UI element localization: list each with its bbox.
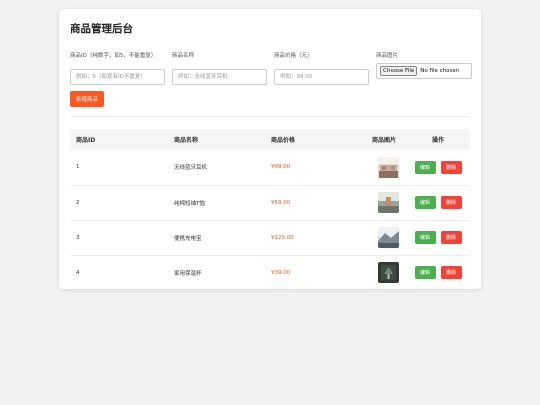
header-id: 商品ID: [76, 137, 96, 144]
cell-image: [366, 150, 406, 186]
edit-button[interactable]: 编辑: [414, 266, 436, 279]
cell-image: [366, 220, 406, 256]
cell-name: 无线蓝牙耳机: [168, 150, 265, 186]
cell-price: ¥59.00: [265, 185, 366, 221]
add-product-button[interactable]: 新增商品: [70, 91, 105, 107]
add-product-form: 商品ID（纯数字，如5，不能重复） 商品名称 商品价格（元） 商品图片 Choo…: [70, 52, 472, 85]
cell-actions: 编辑 删除: [406, 220, 470, 256]
file-status-text: No file chosen: [420, 68, 460, 74]
page-title: 商品管理后台: [70, 23, 133, 35]
header-name: 商品名称: [174, 137, 199, 144]
edit-button[interactable]: 编辑: [414, 196, 436, 209]
header-image: 商品图片: [372, 137, 397, 144]
delete-button[interactable]: 删除: [440, 266, 462, 279]
product-photo-icon: [378, 227, 399, 248]
product-table: 商品ID 商品名称 商品价格 商品图片 操作 1 无线蓝牙耳机 ¥99.00 编…: [70, 129, 470, 291]
cell-id: 1: [70, 150, 168, 186]
product-photo-icon: [378, 156, 399, 178]
cell-name: 便携充电宝: [168, 220, 265, 256]
image-field-group: 商品图片 Choose File No file chosen: [376, 52, 472, 85]
cell-name: 纯棉短袖T恤: [168, 185, 265, 221]
cell-name: 家用保温杯: [168, 255, 265, 291]
image-field-label: 商品图片: [376, 53, 399, 59]
product-photo-icon: [378, 192, 399, 213]
table-row: 2 纯棉短袖T恤 ¥59.00 编辑 删除: [70, 185, 470, 221]
file-input[interactable]: Choose File No file chosen: [376, 63, 472, 79]
price-input[interactable]: [274, 69, 369, 85]
table-header-row: 商品ID 商品名称 商品价格 商品图片 操作: [70, 129, 470, 150]
header-actions: 操作: [431, 137, 444, 144]
choose-file-button[interactable]: Choose File: [380, 66, 418, 76]
cell-price: ¥99.00: [265, 150, 366, 186]
cell-id: 4: [70, 255, 168, 291]
table-row: 4 家用保温杯 ¥39.00 编辑 删除: [70, 255, 470, 291]
name-field-group: 商品名称: [172, 52, 267, 85]
cell-image: [366, 255, 406, 291]
admin-panel: 商品管理后台 商品ID（纯数字，如5，不能重复） 商品名称 商品价格（元） 商品…: [59, 9, 481, 291]
edit-button[interactable]: 编辑: [414, 231, 436, 244]
edit-button[interactable]: 编辑: [414, 160, 436, 174]
table-row: 3 便携充电宝 ¥129.00 编辑 删除: [70, 220, 470, 256]
name-input[interactable]: [172, 69, 267, 85]
cell-price: ¥39.00: [265, 255, 366, 291]
id-field-label: 商品ID（纯数字，如5，不能重复）: [70, 53, 157, 59]
cell-actions: 编辑 删除: [406, 185, 470, 221]
delete-button[interactable]: 删除: [440, 231, 462, 244]
cell-id: 3: [70, 220, 168, 256]
price-field-label: 商品价格（元）: [274, 53, 313, 59]
delete-button[interactable]: 删除: [440, 196, 462, 209]
cell-id: 2: [70, 185, 168, 221]
id-field-group: 商品ID（纯数字，如5，不能重复）: [70, 52, 165, 85]
cell-actions: 编辑 删除: [406, 150, 470, 186]
id-input[interactable]: [70, 69, 165, 85]
product-photo-icon: [378, 262, 399, 283]
cell-actions: 编辑 删除: [406, 255, 470, 291]
table-row: 1 无线蓝牙耳机 ¥99.00 编辑 删除: [70, 150, 470, 186]
header-price: 商品价格: [271, 137, 296, 144]
cell-price: ¥129.00: [265, 220, 366, 256]
divider: [70, 116, 470, 117]
name-field-label: 商品名称: [172, 53, 195, 59]
delete-button[interactable]: 删除: [440, 160, 462, 174]
cell-image: [366, 185, 406, 221]
price-field-group: 商品价格（元）: [274, 52, 369, 85]
